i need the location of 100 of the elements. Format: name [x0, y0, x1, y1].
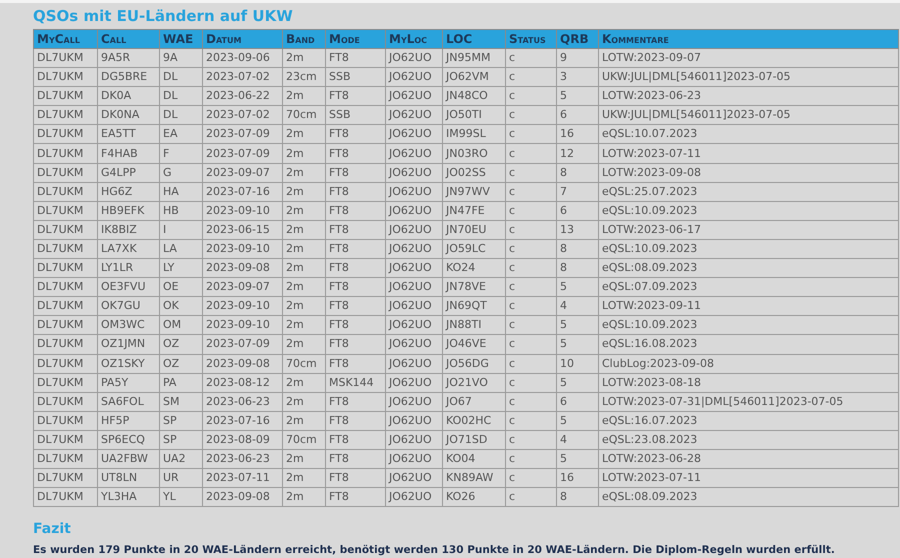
table-cell: YL3HA: [98, 488, 160, 507]
table-cell: ClubLog:2023-09-08: [598, 354, 898, 374]
table-cell: 7: [556, 182, 598, 202]
table-cell: JO62UO: [386, 239, 442, 259]
column-header: QRB: [556, 30, 598, 48]
table-cell: 5: [556, 278, 598, 297]
table-cell: eQSL:08.09.2023: [598, 258, 898, 278]
table-cell: FT8: [326, 124, 386, 144]
table-cell: JN95MM: [442, 48, 506, 68]
table-cell: JO62UO: [386, 124, 442, 144]
column-header: Status: [506, 30, 556, 48]
table-cell: DL: [160, 68, 202, 87]
table-cell: SSB: [326, 106, 386, 125]
column-header: MyCall: [34, 30, 98, 48]
table-cell: LOTW:2023-07-11: [598, 144, 898, 164]
table-cell: DL7UKM: [34, 488, 98, 507]
table-cell: c: [506, 334, 556, 354]
table-cell: 5: [556, 411, 598, 430]
table-cell: 2m: [282, 334, 326, 354]
table-cell: HA: [160, 182, 202, 202]
table-cell: MSK144: [326, 373, 386, 392]
table-cell: UA2FBW: [98, 449, 160, 469]
table-cell: 2m: [282, 468, 326, 488]
table-cell: c: [506, 220, 556, 240]
table-cell: 5: [556, 86, 598, 106]
table-cell: DL7UKM: [34, 48, 98, 68]
table-cell: c: [506, 48, 556, 68]
table-cell: c: [506, 258, 556, 278]
table-cell: JO71SD: [442, 430, 506, 450]
table-cell: FT8: [326, 488, 386, 507]
table-cell: 6: [556, 106, 598, 125]
table-cell: JO62UO: [386, 86, 442, 106]
table-cell: UKW:JUL|DML[546011]2023-07-05: [598, 68, 898, 87]
table-cell: 8: [556, 163, 598, 182]
table-cell: KO04: [442, 449, 506, 469]
section-heading: Fazit: [33, 520, 72, 540]
table-cell: JN69QT: [442, 296, 506, 316]
table-cell: FT8: [326, 182, 386, 202]
table-cell: JO62UO: [386, 106, 442, 125]
table-cell: JO62UO: [386, 334, 442, 354]
table-cell: c: [506, 239, 556, 259]
table-cell: UT8LN: [98, 468, 160, 488]
table-cell: 2m: [282, 48, 326, 68]
table-cell: c: [506, 182, 556, 202]
table-cell: JO62UO: [386, 278, 442, 297]
table-cell: 2023-06-23: [202, 449, 282, 469]
table-cell: KO26: [442, 488, 506, 507]
table-cell: DL7UKM: [34, 373, 98, 392]
column-header: WAE: [160, 30, 202, 48]
table-cell: 2m: [282, 201, 326, 220]
table-cell: 9A: [160, 48, 202, 68]
table-cell: JO62UO: [386, 316, 442, 335]
table-cell: IM99SL: [442, 124, 506, 144]
table-cell: LY: [160, 258, 202, 278]
table-cell: c: [506, 296, 556, 316]
table-cell: DK0NA: [98, 106, 160, 125]
table-cell: 13: [556, 220, 598, 240]
table-cell: JO02SS: [442, 163, 506, 182]
table-cell: 2023-09-07: [202, 163, 282, 182]
table-cell: eQSL:08.09.2023: [598, 488, 898, 507]
table-cell: OK: [160, 296, 202, 316]
table-cell: eQSL:25.07.2023: [598, 182, 898, 202]
table-cell: JN78VE: [442, 278, 506, 297]
table-cell: DL7UKM: [34, 296, 98, 316]
table-cell: 2m: [282, 86, 326, 106]
table-cell: 2m: [282, 392, 326, 412]
table-cell: HF5P: [98, 411, 160, 430]
table-cell: 2023-07-16: [202, 182, 282, 202]
table-cell: c: [506, 316, 556, 335]
table-cell: eQSL:07.09.2023: [598, 278, 898, 297]
table-cell: LOTW:2023-09-11: [598, 296, 898, 316]
table-cell: FT8: [326, 354, 386, 374]
table-cell: eQSL:16.07.2023: [598, 411, 898, 430]
table-cell: I: [160, 220, 202, 240]
table-cell: 5: [556, 316, 598, 335]
table-cell: 70cm: [282, 430, 326, 450]
table-cell: 5: [556, 449, 598, 469]
table-cell: FT8: [326, 468, 386, 488]
table-cell: JO62UO: [386, 220, 442, 240]
table-cell: 2023-09-08: [202, 354, 282, 374]
table-cell: FT8: [326, 316, 386, 335]
table-cell: 70cm: [282, 106, 326, 125]
table-cell: c: [506, 468, 556, 488]
table-cell: FT8: [326, 258, 386, 278]
table-cell: c: [506, 86, 556, 106]
table-cell: 2023-06-23: [202, 392, 282, 412]
table-cell: SP: [160, 430, 202, 450]
table-cell: OE3FVU: [98, 278, 160, 297]
table-cell: FT8: [326, 48, 386, 68]
table-cell: c: [506, 411, 556, 430]
table-cell: JN70EU: [442, 220, 506, 240]
table-cell: JO62UO: [386, 296, 442, 316]
table-cell: DL7UKM: [34, 239, 98, 259]
column-header: Call: [98, 30, 160, 48]
table-cell: eQSL:23.08.2023: [598, 430, 898, 450]
table-cell: JO62UO: [386, 373, 442, 392]
table-cell: UA2: [160, 449, 202, 469]
table-cell: DL7UKM: [34, 86, 98, 106]
table-cell: LOTW:2023-07-31|DML[546011]2023-07-05: [598, 392, 898, 412]
table-cell: c: [506, 144, 556, 164]
